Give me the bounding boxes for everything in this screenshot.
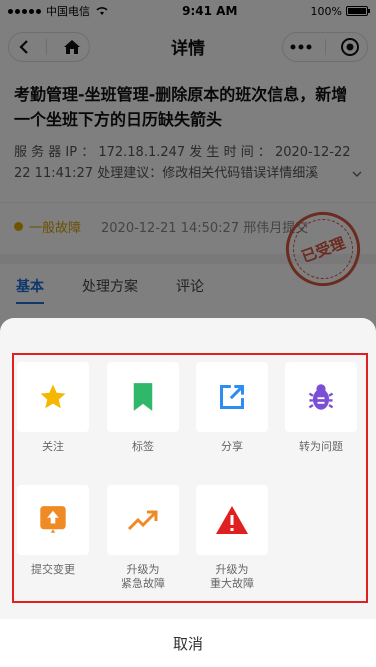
trending-up-icon xyxy=(127,510,158,531)
action-share[interactable]: 分享 xyxy=(196,362,268,454)
action-icon-box xyxy=(17,485,89,555)
action-convert-issue[interactable]: 转为问题 xyxy=(285,362,357,454)
action-label: 标签 xyxy=(132,440,154,453)
action-sheet: 关注 标签 分享 转为问题 提交变更 升级为 紧急故障 升级为 重大故障 取消 xyxy=(0,318,376,667)
action-label: 分享 xyxy=(221,440,243,453)
bookmark-icon xyxy=(133,383,153,411)
action-label-line: 升级为 xyxy=(215,563,249,576)
warning-icon xyxy=(216,506,248,534)
star-icon xyxy=(40,384,66,409)
action-label: 关注 xyxy=(42,440,64,453)
bug-icon xyxy=(308,384,334,410)
action-label: 转为问题 xyxy=(299,440,343,453)
action-follow[interactable]: 关注 xyxy=(17,362,89,454)
action-label: 升级为 重大故障 xyxy=(210,563,254,591)
action-tag[interactable]: 标签 xyxy=(107,362,179,454)
action-icon-box xyxy=(196,362,268,432)
action-label: 提交变更 xyxy=(31,563,75,576)
share-icon xyxy=(219,384,245,410)
action-submit-change[interactable]: 提交变更 xyxy=(17,485,89,577)
action-icon-box xyxy=(285,362,357,432)
upload-icon xyxy=(40,506,66,533)
cancel-button[interactable]: 取消 xyxy=(0,619,376,667)
action-label-line: 升级为 xyxy=(126,563,160,576)
action-icon-box xyxy=(107,362,179,432)
action-upgrade-major[interactable]: 升级为 重大故障 xyxy=(196,485,268,591)
action-icon-box xyxy=(196,485,268,555)
action-upgrade-urgent[interactable]: 升级为 紧急故障 xyxy=(107,485,179,591)
action-label-line: 紧急故障 xyxy=(121,577,165,590)
action-label: 升级为 紧急故障 xyxy=(121,563,165,591)
action-icon-box xyxy=(107,485,179,555)
action-label-line: 重大故障 xyxy=(210,577,254,590)
action-icon-box xyxy=(17,362,89,432)
